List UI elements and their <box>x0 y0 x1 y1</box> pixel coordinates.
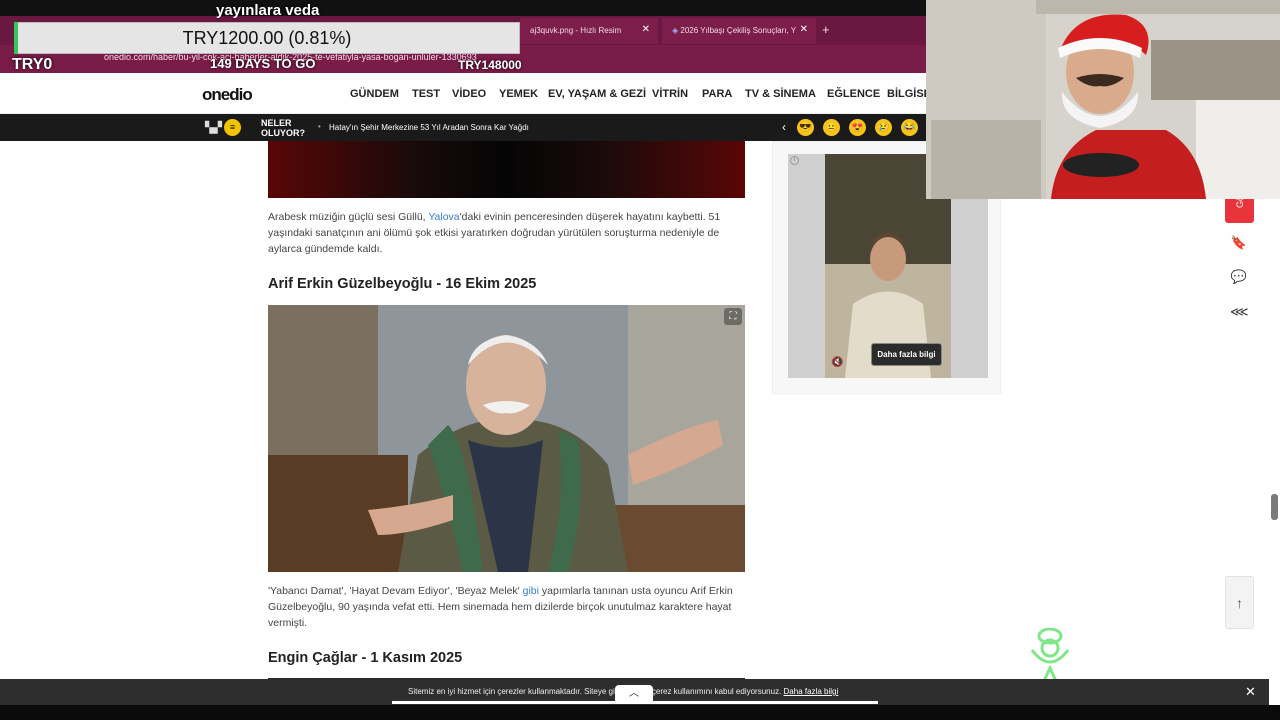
browser-tab[interactable]: ◈ 2026 Yılbaşı Çekiliş Sonuçları, Y ✕ <box>662 18 816 44</box>
reaction-emoji-icon[interactable]: 😐 <box>823 119 840 136</box>
nav-item[interactable]: EĞLENCE <box>827 88 880 100</box>
close-icon[interactable]: ✕ <box>800 24 808 35</box>
site-logo[interactable]: onedio <box>202 85 253 105</box>
progress-line <box>392 701 878 704</box>
goal-current-value: TRY0 <box>12 56 53 73</box>
news-label: NELER OLUYOR? <box>261 118 305 138</box>
mute-icon[interactable]: 🔇 <box>831 357 843 368</box>
webcam-overlay <box>926 0 1280 199</box>
tab-label: 2026 Yılbaşı Çekiliş Sonuçları, Y <box>680 26 797 35</box>
comments-icon[interactable]: 💬 <box>1230 268 1248 286</box>
bottom-bar <box>0 705 1280 720</box>
reaction-emoji-icon[interactable]: 😎 <box>797 119 814 136</box>
fullscreen-icon[interactable]: ⛶ <box>724 308 742 325</box>
share-icon[interactable]: ⋘ <box>1230 303 1249 321</box>
new-tab-button[interactable]: + <box>822 22 830 37</box>
section-heading: Arif Erkin Güzelbeyoğlu - 16 Ekim 2025 <box>268 276 537 292</box>
reaction-emoji-icon[interactable]: 😍 <box>849 119 866 136</box>
article-link[interactable]: Yalova <box>428 211 459 223</box>
back-to-top-button[interactable]: ↑ <box>1225 576 1254 629</box>
article-image <box>268 141 745 198</box>
days-remaining: 149 DAYS TO GO <box>210 56 316 71</box>
grid-icon[interactable]: ▚▞ <box>205 121 222 134</box>
article-paragraph: 'Yabancı Damat', 'Hayat Devam Ediyor', '… <box>268 583 738 631</box>
article-paragraph: Arabesk müziğin güçlü sesi Güllü, Yalova… <box>268 209 738 257</box>
paragraph-text: 'Yabancı Damat', 'Hayat Devam Ediyor', '… <box>268 585 523 597</box>
webcam-feed <box>926 0 1280 199</box>
section-heading: Engin Çağlar - 1 Kasım 2025 <box>268 650 463 666</box>
article-photo <box>268 305 745 572</box>
bookmark-icon[interactable]: 🔖 <box>1230 234 1248 252</box>
article-link[interactable]: gibi <box>523 585 539 597</box>
nav-item[interactable]: EV, YAŞAM & GEZİ <box>548 88 646 100</box>
news-headline[interactable]: Hatay'ın Şehir Merkezine 53 Yıl Aradan S… <box>329 123 529 132</box>
nav-item[interactable]: TEST <box>412 88 440 100</box>
goal-target-value: TRY148000 <box>458 58 522 72</box>
cookie-message: Sitemiz en iyi hizmet için çerezler kull… <box>408 687 618 696</box>
cookie-more-link[interactable]: Daha fazla bilgi <box>784 687 839 696</box>
close-icon[interactable]: ✕ <box>642 24 650 35</box>
onedio-badge-icon[interactable]: ≡ <box>224 119 241 136</box>
chevron-left-icon[interactable]: ‹ <box>782 120 786 134</box>
nav-item[interactable]: PARA <box>702 88 732 100</box>
ticker-text: TRY1200.00 (0.81%) <box>182 28 352 48</box>
tab-label: aj3quvk.png - Hızlı Resim <box>530 26 622 35</box>
nav-item[interactable]: YEMEK <box>499 88 538 100</box>
paragraph-text: Arabesk müziğin güçlü sesi Güllü, <box>268 211 429 223</box>
nav-item[interactable]: GÜNDEM <box>350 88 399 100</box>
cookie-message-2: çerez kullanımını kabul ediyorsunuz. <box>651 687 782 696</box>
ad-info-icon[interactable]: i <box>790 156 799 165</box>
reaction-emoji-icon[interactable]: 😂 <box>901 119 918 136</box>
nav-item[interactable]: VİTRİN <box>652 88 688 100</box>
scrollbar-thumb[interactable] <box>1271 494 1278 520</box>
cookie-close-button[interactable]: ✕ <box>1245 684 1256 700</box>
browser-tab[interactable]: aj3quvk.png - Hızlı Resim ✕ <box>520 18 658 44</box>
top-strip <box>0 0 926 16</box>
photo-illustration <box>268 305 745 572</box>
nav-item[interactable]: TV & SİNEMA <box>745 88 816 100</box>
nav-item[interactable]: VİDEO <box>452 88 486 100</box>
reaction-emoji-icon[interactable]: 😢 <box>875 119 892 136</box>
bullet-icon: • <box>318 122 321 131</box>
stream-title: yayınlara veda <box>216 2 320 19</box>
ad-more-info-button[interactable]: Daha fazla bilgi <box>871 343 942 366</box>
